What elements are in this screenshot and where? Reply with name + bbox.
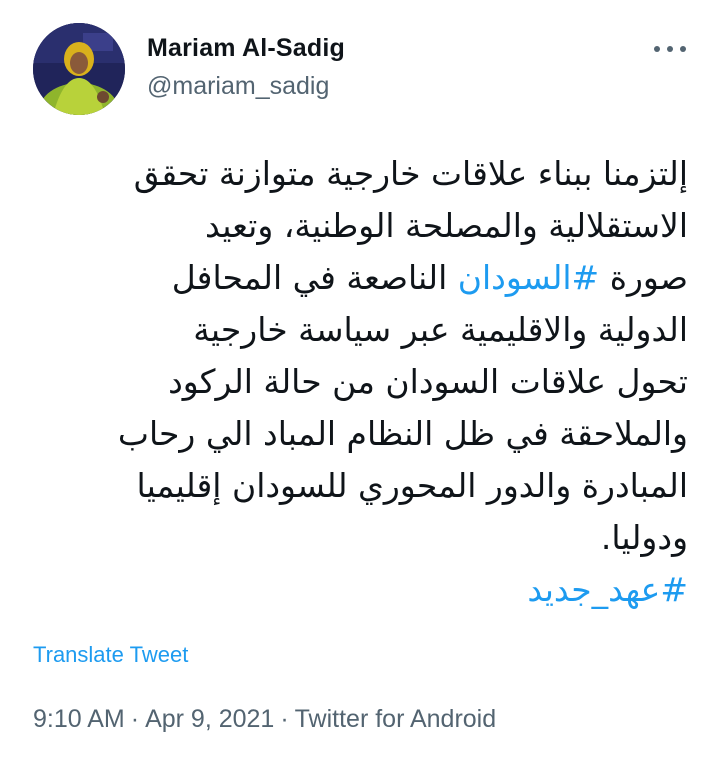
translate-tweet-link[interactable]: Translate Tweet [33,642,188,668]
tweet-metadata: 9:10 AM · Apr 9, 2021 · Twitter for Android [33,705,496,734]
tweet-text-line: ودوليا. [600,518,688,557]
tweet-text-line: الدولية والاقليمية عبر سياسة خارجية [193,310,688,349]
tweet-text: إلتزمنا ببناء علاقات خارجية متوازنة تحقق… [28,148,688,616]
tweet-source[interactable]: Twitter for Android [295,705,496,733]
user-avatar[interactable] [33,23,125,115]
tweet-card: Mariam Al-Sadig @mariam_sadig إلتزمنا بب… [0,0,720,765]
tweet-time[interactable]: 9:10 AM [33,705,125,733]
tweet-text-line: إلتزمنا ببناء علاقات خارجية متوازنة تحقق [133,154,688,193]
tweet-date[interactable]: Apr 9, 2021 [145,705,274,733]
tweet-text-segment: صورة [599,258,688,297]
more-options-button[interactable] [650,38,690,60]
tweet-text-segment: الناصعة في المحافل [171,258,458,297]
tweet-text-line: والملاحقة في ظل النظام المباد الي رحاب [117,414,688,453]
author-display-name[interactable]: Mariam Al-Sadig [147,34,345,63]
tweet-text-line: صورة #السودان الناصعة في المحافل [28,252,688,304]
meta-separator: · [130,705,140,733]
hashtag-link-new-era[interactable]: #عهد_جديد [28,564,688,616]
tweet-text-line: الاستقلالية والمصلحة الوطنية، وتعيد [204,206,688,245]
author-handle[interactable]: @mariam_sadig [147,72,329,101]
more-options-icon [654,46,686,52]
avatar-image [33,23,125,115]
meta-separator: · [280,705,289,733]
tweet-text-line: المبادرة والدور المحوري للسودان إقليميا [136,466,688,505]
hashtag-link-sudan[interactable]: #السودان [458,258,599,297]
tweet-text-line: تحول علاقات السودان من حالة الركود [168,362,688,401]
